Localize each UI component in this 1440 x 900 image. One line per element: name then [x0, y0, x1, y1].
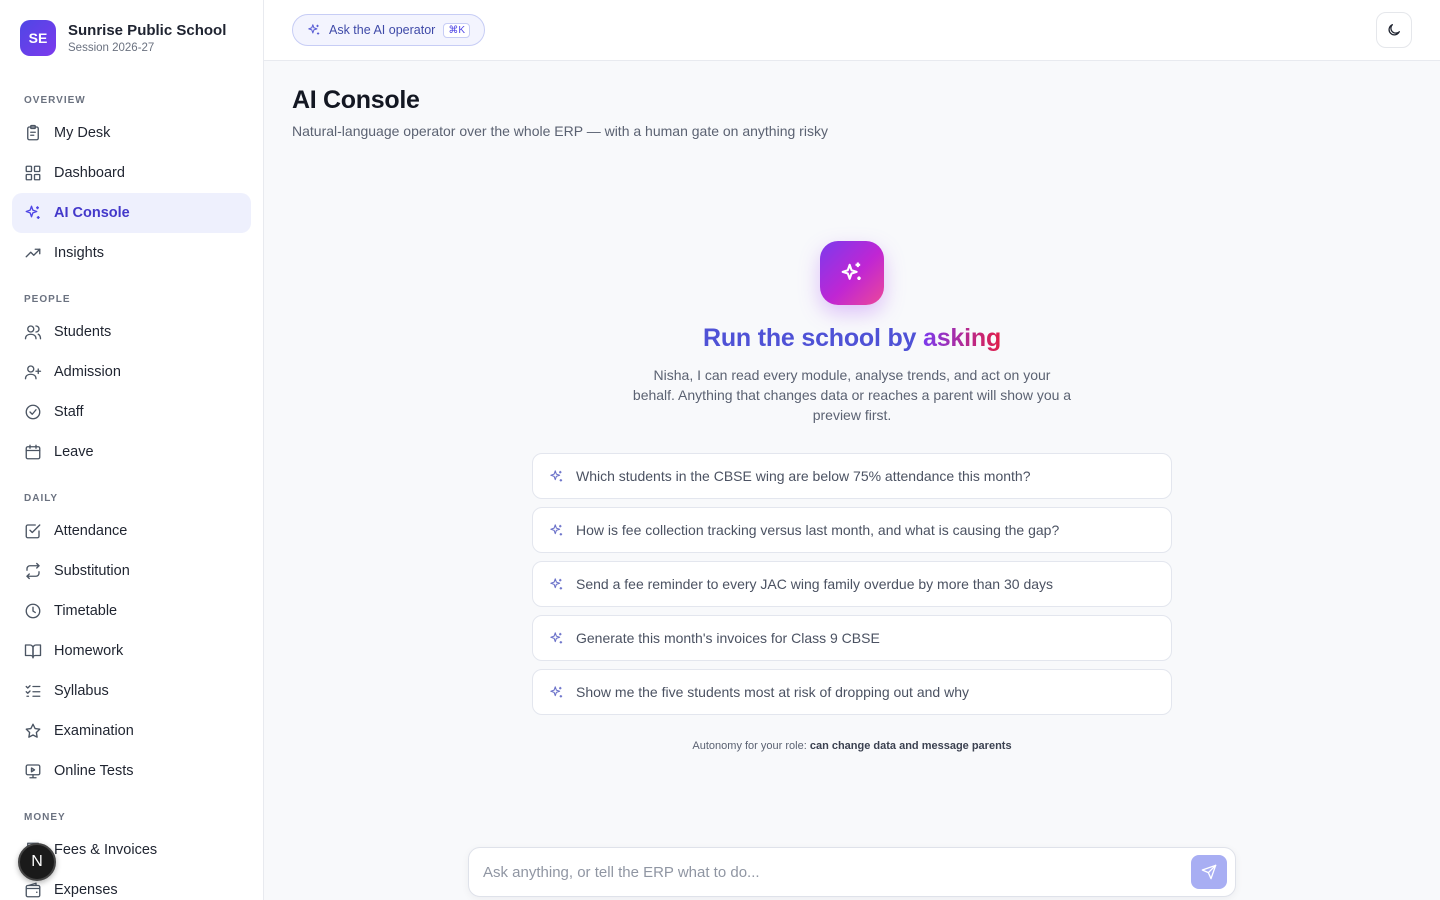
sidebar-item-online-tests[interactable]: Online Tests	[12, 751, 251, 791]
check-circle-icon	[25, 404, 41, 420]
user-avatar[interactable]: N	[18, 843, 56, 881]
sidebar-item-label: Homework	[54, 643, 124, 659]
nav-section-title: DAILY	[24, 493, 59, 504]
composer	[468, 847, 1236, 897]
ai-hero-icon	[820, 241, 884, 305]
sidebar-item-label: AI Console	[54, 205, 130, 221]
autonomy-value: can change data and message parents	[809, 740, 1012, 752]
sparkles-icon	[308, 24, 320, 35]
users-icon	[24, 325, 42, 340]
sidebar-item-label: Students	[54, 324, 112, 340]
sparkles-icon	[550, 685, 563, 697]
suggestion-item[interactable]: How is fee collection tracking versus la…	[532, 507, 1172, 553]
sidebar-item-my-desk[interactable]: My Desk	[12, 113, 251, 153]
star-icon	[25, 723, 41, 738]
sidebar-item-label: Attendance	[54, 523, 128, 539]
school-name: Sunrise Public School	[68, 22, 227, 39]
suggestion-text: Send a fee reminder to every JAC wing fa…	[576, 576, 1054, 592]
sidebar-item-label: Insights	[54, 245, 104, 261]
sidebar-item-dashboard[interactable]: Dashboard	[12, 153, 251, 193]
clipboard-icon	[27, 124, 39, 141]
sidebar-item-label: Expenses	[54, 882, 118, 898]
send-button[interactable]	[1191, 855, 1227, 889]
moon-icon	[1388, 24, 1400, 36]
nav-section-title: MONEY	[24, 812, 66, 823]
topbar: Ask the AI operator ⌘K	[264, 0, 1440, 61]
sidebar-item-ai-console[interactable]: AI Console	[12, 193, 251, 233]
sidebar-item-attendance[interactable]: Attendance	[12, 511, 251, 551]
suggestion-list: Which students in the CBSE wing are belo…	[532, 453, 1172, 723]
sparkles-icon	[550, 469, 563, 481]
hero-title: Run the school by asking	[552, 324, 1152, 353]
hero-title-part1: Run the school by	[702, 324, 924, 352]
repeat-icon	[26, 562, 40, 580]
autonomy-note: Autonomy for your role: can change data …	[532, 740, 1172, 752]
sidebar-item-label: Timetable	[54, 603, 118, 619]
suggestion-text: How is fee collection tracking versus la…	[576, 522, 1060, 538]
user-plus-icon	[24, 365, 42, 380]
sidebar-item-label: My Desk	[54, 125, 111, 141]
sidebar-item-homework[interactable]: Homework	[12, 631, 251, 671]
check-square-icon	[25, 524, 41, 539]
sparkles-icon	[550, 577, 563, 589]
sidebar-item-label: Examination	[54, 723, 134, 739]
suggestion-text: Generate this month's invoices for Class…	[576, 630, 880, 646]
sparkles-icon	[25, 205, 40, 219]
send-icon	[1201, 864, 1217, 880]
sidebar-item-insights[interactable]: Insights	[12, 233, 251, 273]
nav-section-title: PEOPLE	[24, 294, 71, 305]
hero-description: Nisha, I can read every module, analyse …	[632, 367, 1072, 423]
sidebar: SE Sunrise Public School Session 2026-27…	[0, 0, 264, 900]
nav-section-title: OVERVIEW	[24, 95, 86, 106]
sidebar-item-label: Dashboard	[54, 165, 125, 181]
keyboard-shortcut: ⌘K	[443, 22, 470, 38]
suggestion-text: Which students in the CBSE wing are belo…	[576, 468, 1031, 484]
clock-icon	[25, 603, 41, 619]
session-label: Session 2026-27	[68, 42, 155, 54]
sparkles-icon	[550, 523, 563, 535]
brand[interactable]: SE Sunrise Public School Session 2026-27	[20, 20, 226, 56]
sidebar-item-label: Staff	[54, 404, 84, 420]
sidebar-item-leave[interactable]: Leave	[12, 432, 251, 472]
ask-ai-operator-button[interactable]: Ask the AI operator ⌘K	[292, 14, 485, 46]
theme-toggle-button[interactable]	[1376, 12, 1412, 48]
page-title: AI Console	[292, 86, 420, 114]
sidebar-item-timetable[interactable]: Timetable	[12, 591, 251, 631]
sidebar-item-label: Substitution	[54, 563, 130, 579]
suggestion-item[interactable]: Which students in the CBSE wing are belo…	[532, 453, 1172, 499]
wallet-icon	[25, 882, 41, 898]
sidebar-item-label: Fees & Invoices	[54, 842, 158, 858]
sidebar-item-substitution[interactable]: Substitution	[12, 551, 251, 591]
autonomy-label: Autonomy for your role:	[692, 740, 807, 752]
sidebar-item-label: Syllabus	[54, 683, 109, 699]
suggestion-text: Show me the five students most at risk o…	[576, 684, 969, 700]
sidebar-item-label: Admission	[54, 364, 121, 380]
sidebar-item-examination[interactable]: Examination	[12, 711, 251, 751]
suggestion-item[interactable]: Generate this month's invoices for Class…	[532, 615, 1172, 661]
sidebar-item-syllabus[interactable]: Syllabus	[12, 671, 251, 711]
grid-icon	[25, 165, 41, 181]
calendar-icon	[25, 444, 41, 460]
book-open-icon	[24, 644, 42, 659]
ask-ai-label: Ask the AI operator	[329, 23, 436, 37]
sidebar-nav: OVERVIEW My Desk Dashboard AI Console In…	[12, 84, 251, 900]
page-subtitle: Natural-language operator over the whole…	[292, 123, 828, 139]
sidebar-item-label: Online Tests	[54, 763, 134, 779]
monitor-play-icon	[25, 764, 41, 779]
sidebar-item-label: Leave	[54, 444, 94, 460]
sparkles-icon	[550, 631, 563, 643]
sidebar-item-staff[interactable]: Staff	[12, 392, 251, 432]
prompt-input[interactable]	[483, 848, 1173, 896]
suggestion-item[interactable]: Send a fee reminder to every JAC wing fa…	[532, 561, 1172, 607]
trending-up-icon	[25, 248, 41, 258]
suggestion-item[interactable]: Show me the five students most at risk o…	[532, 669, 1172, 715]
sidebar-item-students[interactable]: Students	[12, 312, 251, 352]
list-checks-icon	[25, 685, 41, 697]
sparkles-icon	[841, 262, 861, 280]
hero-title-part2: asking	[923, 324, 1002, 352]
school-logo: SE	[20, 20, 56, 56]
sidebar-item-admission[interactable]: Admission	[12, 352, 251, 392]
